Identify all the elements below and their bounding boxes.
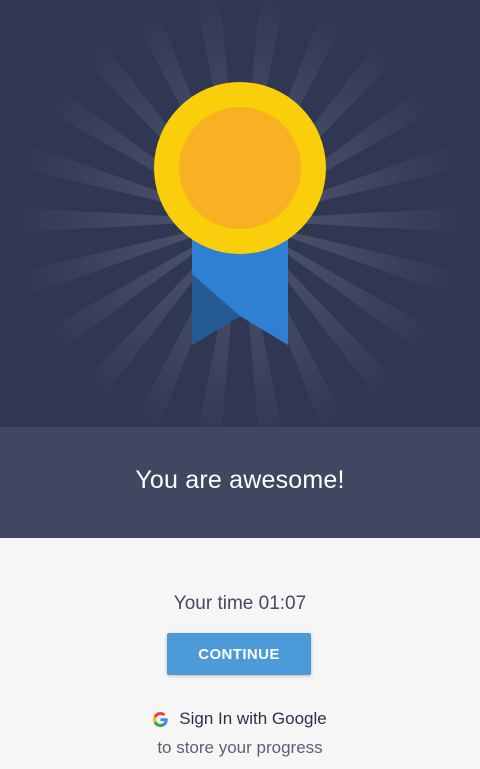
award-hero xyxy=(0,0,480,427)
award-illustration xyxy=(0,0,480,427)
time-result: Your time 01:07 xyxy=(173,593,307,614)
signin-subtitle: to store your progress xyxy=(157,738,323,757)
medal-icon xyxy=(154,82,326,345)
google-signin-link[interactable]: Sign In with Google xyxy=(0,707,480,731)
result-panel: Your time 01:07 CONTINUE Sign In with Go… xyxy=(0,538,480,769)
congrats-banner: You are awesome! xyxy=(0,427,480,538)
banner-title: You are awesome! xyxy=(135,466,345,494)
google-icon xyxy=(153,711,168,727)
continue-button[interactable]: CONTINUE xyxy=(167,633,311,675)
signin-label: Sign In with Google xyxy=(179,709,327,728)
